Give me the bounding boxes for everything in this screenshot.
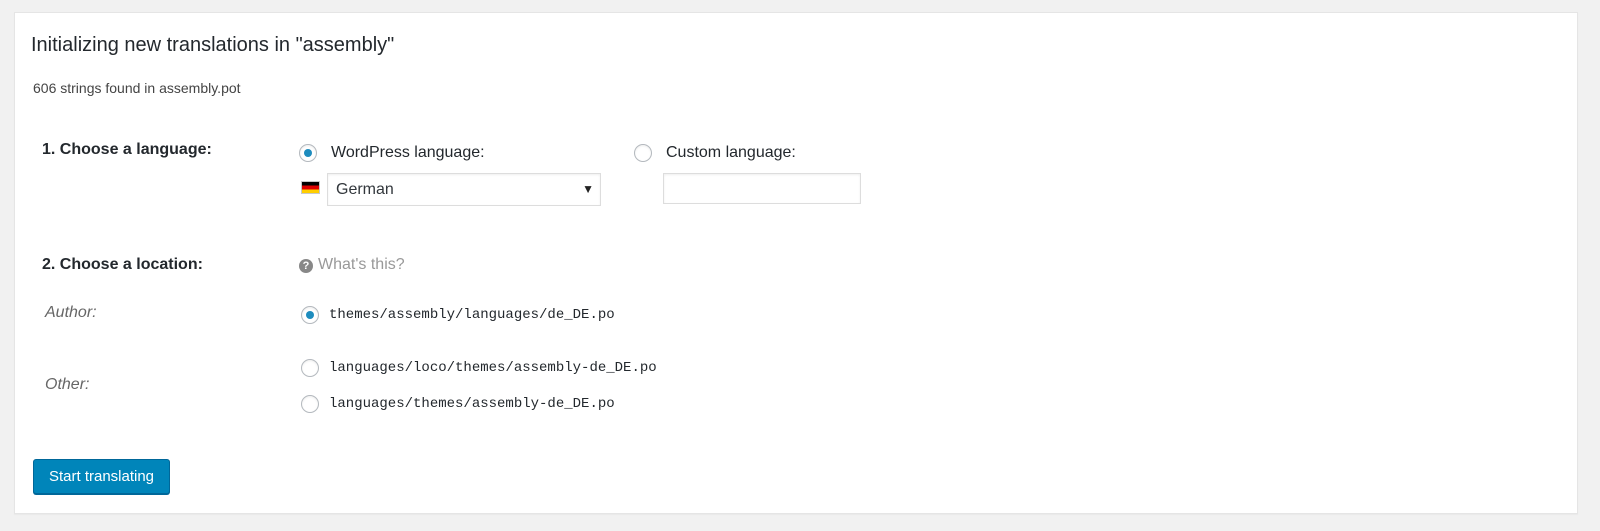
whats-this-link[interactable]: What's this? [318,256,405,274]
choose-language-label: 1. Choose a language: [42,141,212,158]
other-path-text-2: languages/themes/assembly-de_DE.po [329,396,615,412]
page-title: Initializing new translations in "assemb… [31,34,395,56]
custom-language-label: Custom language: [666,144,796,161]
wordpress-language-label: WordPress language: [331,144,485,161]
other-path-radio-2[interactable] [301,395,319,413]
language-select[interactable]: German ▼ [327,173,601,206]
other-path-text-1: languages/loco/themes/assembly-de_DE.po [329,360,657,376]
choose-location-label: 2. Choose a location: [42,256,203,273]
help-icon: ? [299,259,313,273]
de-flag-icon [301,181,320,194]
other-path-radio-1[interactable] [301,359,319,377]
other-label: Other: [45,376,90,393]
custom-language-input[interactable] [663,173,861,204]
author-label: Author: [45,304,97,321]
language-select-value: German [336,181,394,198]
wordpress-language-radio[interactable] [299,144,317,162]
author-path-text: themes/assembly/languages/de_DE.po [329,307,615,323]
author-path-radio[interactable] [301,306,319,324]
strings-found-text: 606 strings found in assembly.pot [33,80,241,96]
dropdown-arrow-icon: ▼ [582,182,594,196]
custom-language-radio[interactable] [634,144,652,162]
translation-panel: Initializing new translations in "assemb… [14,12,1578,514]
start-translating-button[interactable]: Start translating [33,459,170,494]
